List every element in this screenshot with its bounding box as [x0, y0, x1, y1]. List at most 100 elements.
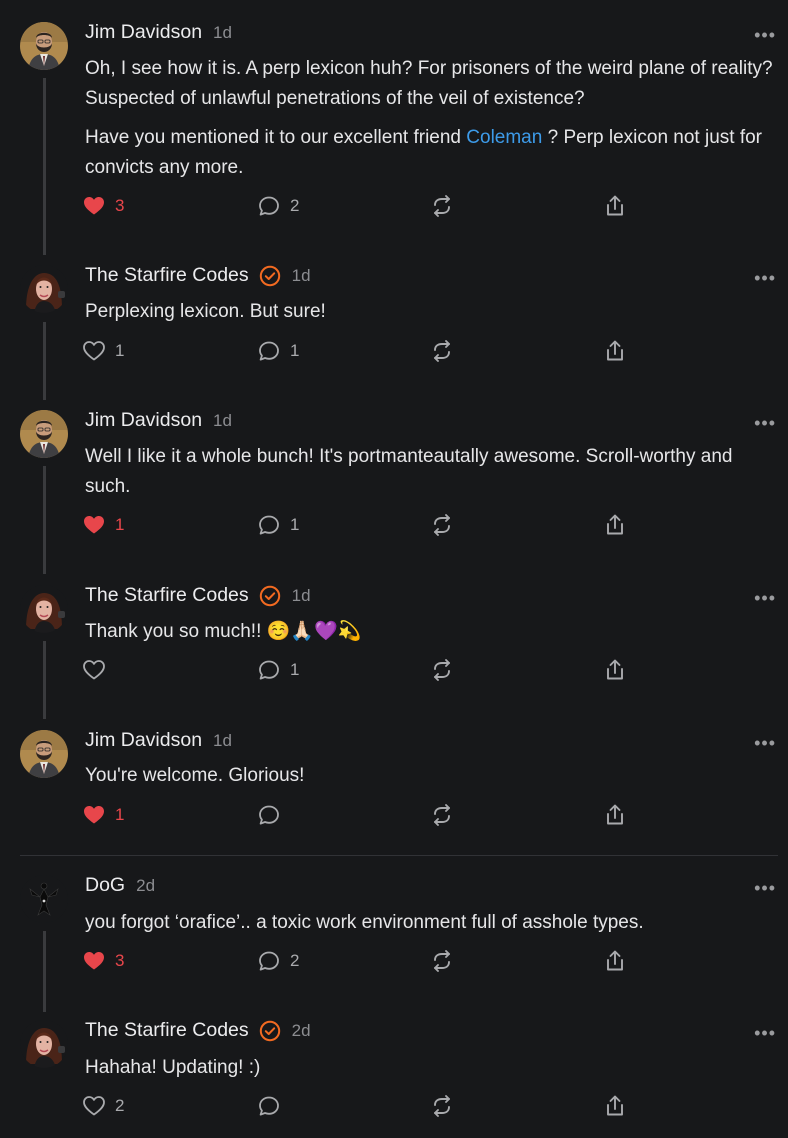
share-button[interactable]	[603, 658, 627, 682]
timestamp[interactable]: 1d	[292, 266, 311, 286]
share-button[interactable]	[603, 513, 627, 537]
reply-button[interactable]	[257, 803, 290, 827]
thread-line[interactable]	[43, 466, 46, 574]
restack-button[interactable]	[430, 194, 454, 218]
restack-icon	[430, 949, 454, 973]
restack-button[interactable]	[430, 803, 454, 827]
timestamp[interactable]: 1d	[292, 586, 311, 606]
like-button[interactable]: 2	[82, 1094, 124, 1118]
comment-actions: 1	[82, 658, 642, 686]
comment-body: Hahaha! Updating! :)	[85, 1053, 775, 1083]
avatar[interactable]	[20, 730, 68, 778]
share-icon	[603, 339, 627, 363]
avatar[interactable]	[20, 875, 68, 923]
timestamp[interactable]: 2d	[292, 1021, 311, 1041]
comment-actions: 2	[82, 1094, 642, 1122]
like-count: 2	[115, 1096, 125, 1115]
comment-body: you forgot ‘orafice’.. a toxic work envi…	[85, 908, 775, 938]
heart-icon	[82, 658, 106, 682]
comment-header: The Starfire Codes 1d	[85, 584, 311, 607]
author-name[interactable]: Jim Davidson	[85, 21, 202, 44]
comment-header: Jim Davidson 1d	[85, 409, 232, 432]
avatar[interactable]	[20, 1020, 68, 1068]
like-button[interactable]: 1	[82, 513, 124, 537]
speech-bubble-icon	[257, 1094, 281, 1118]
comment-header: The Starfire Codes 2d	[85, 1019, 311, 1042]
more-options-icon[interactable]: •••	[754, 1024, 776, 1042]
reply-count: 1	[290, 515, 300, 534]
more-options-icon[interactable]: •••	[754, 269, 776, 287]
verified-check-icon	[259, 1020, 281, 1042]
comment-actions: 1 1	[82, 513, 642, 541]
reply-count: 1	[290, 660, 300, 679]
thread-line[interactable]	[43, 931, 46, 1012]
comment-header: Jim Davidson 1d	[85, 21, 232, 44]
author-name[interactable]: Jim Davidson	[85, 729, 202, 752]
like-button[interactable]	[82, 658, 115, 682]
like-count: 1	[115, 805, 125, 824]
share-button[interactable]	[603, 194, 627, 218]
reply-button[interactable]: 1	[257, 339, 299, 363]
share-button[interactable]	[603, 1094, 627, 1118]
verified-check-icon	[259, 585, 281, 607]
comment-body: Oh, I see how it is. A perp lexicon huh?…	[85, 54, 775, 182]
comment-paragraph: you forgot ‘orafice’.. a toxic work envi…	[85, 912, 644, 933]
share-button[interactable]	[603, 339, 627, 363]
reply-count: 2	[290, 951, 300, 970]
speech-bubble-icon	[257, 949, 281, 973]
like-button[interactable]: 1	[82, 803, 124, 827]
more-options-icon[interactable]: •••	[754, 879, 776, 897]
restack-icon	[430, 658, 454, 682]
timestamp[interactable]: 1d	[213, 23, 232, 43]
restack-button[interactable]	[430, 339, 454, 363]
more-options-icon[interactable]: •••	[754, 589, 776, 607]
restack-icon	[430, 194, 454, 218]
comment-paragraph: Perplexing lexicon. But sure!	[85, 301, 326, 322]
share-button[interactable]	[603, 803, 627, 827]
speech-bubble-icon	[257, 513, 281, 537]
avatar[interactable]	[20, 585, 68, 633]
thread-line[interactable]	[43, 322, 46, 400]
like-count: 3	[115, 196, 125, 215]
reply-button[interactable]	[257, 1094, 290, 1118]
reply-button[interactable]: 2	[257, 194, 299, 218]
comment-paragraph: You're welcome. Glorious!	[85, 765, 305, 786]
avatar[interactable]	[20, 22, 68, 70]
more-options-icon[interactable]: •••	[754, 414, 776, 432]
author-name[interactable]: The Starfire Codes	[85, 584, 249, 607]
timestamp[interactable]: 2d	[136, 876, 155, 896]
restack-button[interactable]	[430, 658, 454, 682]
reply-button[interactable]: 2	[257, 949, 299, 973]
timestamp[interactable]: 1d	[213, 411, 232, 431]
reply-button[interactable]: 1	[257, 658, 299, 682]
heart-icon	[82, 513, 106, 537]
like-button[interactable]: 3	[82, 949, 124, 973]
restack-button[interactable]	[430, 513, 454, 537]
like-count: 1	[115, 341, 125, 360]
comment-paragraph: Well I like it a whole bunch! It's portm…	[85, 446, 733, 497]
reply-button[interactable]: 1	[257, 513, 299, 537]
more-options-icon[interactable]: •••	[754, 26, 776, 44]
timestamp[interactable]: 1d	[213, 731, 232, 751]
author-name[interactable]: Jim Davidson	[85, 409, 202, 432]
author-name[interactable]: The Starfire Codes	[85, 1019, 249, 1042]
heart-icon	[82, 803, 106, 827]
thread-line[interactable]	[43, 641, 46, 719]
more-options-icon[interactable]: •••	[754, 734, 776, 752]
avatar[interactable]	[20, 410, 68, 458]
restack-icon	[430, 803, 454, 827]
restack-icon	[430, 339, 454, 363]
like-button[interactable]: 3	[82, 194, 124, 218]
author-name[interactable]: DoG	[85, 874, 125, 897]
avatar[interactable]	[20, 265, 68, 313]
share-button[interactable]	[603, 949, 627, 973]
reply-count: 2	[290, 196, 300, 215]
speech-bubble-icon	[257, 194, 281, 218]
mention-link[interactable]: Coleman	[466, 127, 542, 148]
restack-button[interactable]	[430, 949, 454, 973]
thread-line[interactable]	[43, 78, 46, 255]
speech-bubble-icon	[257, 339, 281, 363]
like-button[interactable]: 1	[82, 339, 124, 363]
author-name[interactable]: The Starfire Codes	[85, 264, 249, 287]
restack-button[interactable]	[430, 1094, 454, 1118]
